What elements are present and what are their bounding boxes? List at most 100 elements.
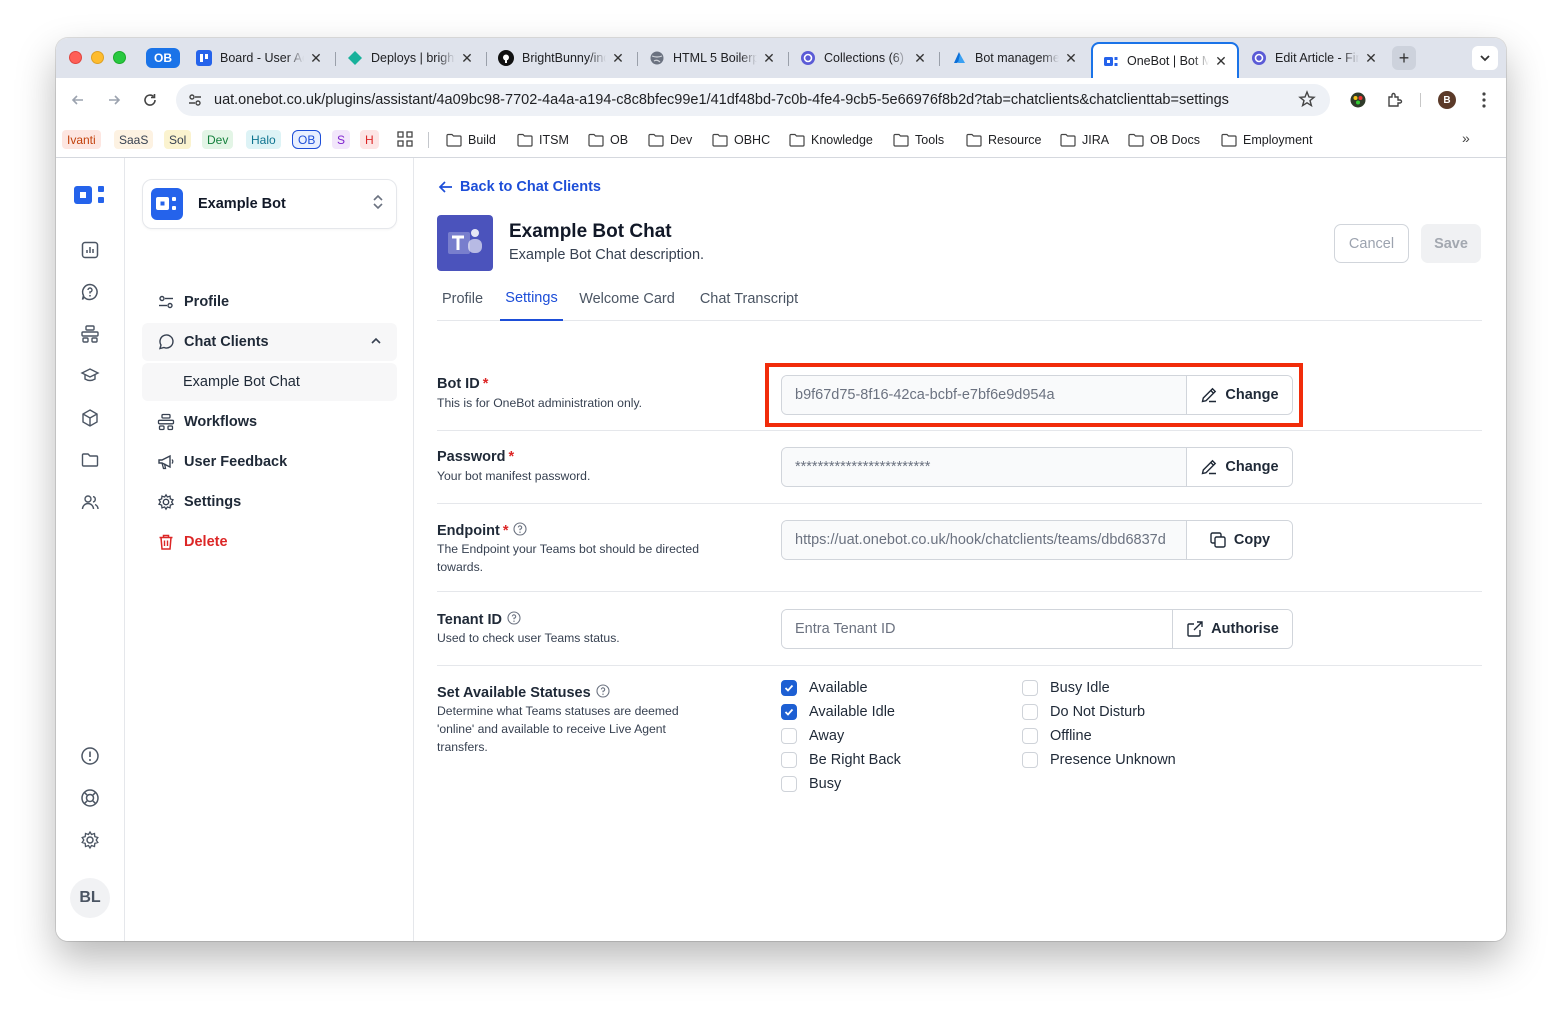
bookmark-folder[interactable]: OB: [588, 131, 628, 149]
bookmark-chip[interactable]: Halo: [246, 130, 281, 149]
help-circle-icon[interactable]: [596, 684, 610, 702]
close-icon[interactable]: ✕: [1063, 50, 1079, 67]
browser-tab[interactable]: Collections (6) ✕: [790, 44, 936, 72]
tab-profile[interactable]: Profile: [437, 277, 488, 321]
bookmark-folder[interactable]: Resource: [966, 131, 1042, 149]
bookmark-chip[interactable]: Ivanti: [62, 130, 101, 149]
folder-icon[interactable]: [79, 449, 101, 471]
close-icon[interactable]: ✕: [308, 50, 324, 67]
checkbox-unchecked[interactable]: [781, 728, 797, 744]
close-icon[interactable]: ✕: [761, 50, 777, 67]
alert-circle-icon[interactable]: [79, 745, 101, 767]
sidebar-item-workflows[interactable]: Workflows: [142, 403, 397, 441]
change-password-button[interactable]: Change: [1186, 448, 1292, 486]
bookmark-folder[interactable]: ITSM: [517, 131, 569, 149]
browser-tab[interactable]: Edit Article - Fin ✕: [1241, 44, 1387, 72]
sidebar-item-settings[interactable]: Settings: [142, 483, 397, 521]
bookmark-chip[interactable]: SaaS: [114, 130, 154, 149]
close-icon[interactable]: ✕: [1213, 53, 1229, 70]
checkbox-unchecked[interactable]: [1022, 752, 1038, 768]
tab-welcome-card[interactable]: Welcome Card: [577, 277, 677, 321]
bookmark-folder[interactable]: JIRA: [1060, 131, 1109, 149]
bot-switcher[interactable]: Example Bot: [142, 179, 397, 229]
profile-avatar[interactable]: B: [1438, 91, 1456, 109]
bookmark-chip[interactable]: Sol: [164, 130, 192, 149]
package-icon[interactable]: [79, 407, 101, 429]
browser-tab[interactable]: Board - User Access ✕: [186, 44, 332, 72]
cancel-button[interactable]: Cancel: [1334, 224, 1409, 263]
help-circle-icon[interactable]: [513, 522, 528, 540]
workflow-icon[interactable]: [79, 323, 101, 345]
browser-tab[interactable]: Deploys | brightbunny ✕: [337, 44, 483, 72]
maximize-window-button[interactable]: [113, 51, 126, 64]
site-info-icon[interactable]: [186, 91, 204, 109]
checkbox-unchecked[interactable]: [1022, 704, 1038, 720]
sidebar-item-profile[interactable]: Profile: [142, 283, 397, 321]
back-button[interactable]: [66, 88, 90, 112]
status-checkbox[interactable]: Busy: [781, 776, 841, 792]
analytics-icon[interactable]: [79, 239, 101, 261]
help-chat-icon[interactable]: [79, 281, 101, 303]
bookmark-folder[interactable]: OBHC: [712, 131, 770, 149]
bookmark-folder[interactable]: Knowledge: [789, 131, 873, 149]
tab-chat-transcript[interactable]: Chat Transcript: [695, 277, 803, 321]
help-circle-icon[interactable]: [507, 611, 521, 629]
status-checkbox[interactable]: Away: [781, 728, 844, 744]
status-checkbox[interactable]: Be Right Back: [781, 752, 901, 768]
endpoint-input[interactable]: [782, 521, 1186, 559]
bookmark-chip[interactable]: H: [360, 130, 379, 149]
status-checkbox[interactable]: Do Not Disturb: [1022, 704, 1145, 720]
graduation-cap-icon[interactable]: [79, 365, 101, 387]
tab-settings[interactable]: Settings: [500, 277, 563, 321]
sidebar-item-delete[interactable]: Delete: [142, 523, 397, 561]
checkbox-checked[interactable]: [781, 704, 797, 720]
onebot-logo[interactable]: [74, 184, 108, 211]
status-checkbox[interactable]: Available Idle: [781, 704, 895, 720]
checkbox-checked[interactable]: [781, 680, 797, 696]
browser-tab[interactable]: BrightBunny/index ✕: [488, 44, 634, 72]
checkbox-unchecked[interactable]: [781, 752, 797, 768]
bookmark-folder[interactable]: Employment: [1221, 131, 1312, 149]
browser-tab-active[interactable]: OneBot | Bot Management ✕: [1091, 42, 1239, 78]
browser-menu-icon[interactable]: [1473, 89, 1495, 111]
more-bookmarks-icon[interactable]: »: [1462, 130, 1470, 146]
bookmark-chip[interactable]: S: [332, 130, 351, 149]
new-tab-button[interactable]: +: [1392, 46, 1416, 70]
gear-icon[interactable]: [79, 829, 101, 851]
tab-group-label[interactable]: OB: [146, 48, 180, 68]
password-input[interactable]: [782, 448, 1186, 486]
sidebar-item-example-bot-chat[interactable]: Example Bot Chat: [142, 363, 397, 401]
copy-endpoint-button[interactable]: Copy: [1186, 521, 1292, 559]
status-checkbox[interactable]: Presence Unknown: [1022, 752, 1176, 768]
minimize-window-button[interactable]: [91, 51, 104, 64]
close-icon[interactable]: ✕: [1363, 50, 1379, 67]
user-avatar[interactable]: BL: [70, 878, 110, 918]
reload-button[interactable]: [138, 88, 162, 112]
close-icon[interactable]: ✕: [459, 50, 475, 67]
bookmark-folder[interactable]: OB Docs: [1128, 131, 1200, 149]
bookmark-folder[interactable]: Build: [446, 131, 496, 149]
browser-tab[interactable]: HTML 5 Boilerplate ✕: [639, 44, 785, 72]
extensions-puzzle-icon[interactable]: [1384, 89, 1406, 111]
sidebar-item-chat-clients[interactable]: Chat Clients: [142, 323, 397, 361]
save-button[interactable]: Save: [1421, 224, 1481, 263]
sidebar-item-user-feedback[interactable]: User Feedback: [142, 443, 397, 481]
bookmark-folder[interactable]: Dev: [648, 131, 692, 149]
forward-button[interactable]: [102, 88, 126, 112]
address-bar[interactable]: uat.onebot.co.uk/plugins/assistant/4a09b…: [176, 84, 1330, 116]
bookmark-star-icon[interactable]: [1298, 90, 1316, 113]
checkbox-unchecked[interactable]: [1022, 680, 1038, 696]
extension-icon[interactable]: [1347, 89, 1369, 111]
status-checkbox[interactable]: Busy Idle: [1022, 680, 1110, 696]
bookmark-chip[interactable]: OB: [292, 130, 322, 149]
tab-search-button[interactable]: [1472, 46, 1498, 70]
apps-grid-icon[interactable]: [397, 131, 413, 152]
lifebuoy-icon[interactable]: [79, 787, 101, 809]
browser-tab[interactable]: Bot management ✕: [941, 44, 1087, 72]
url-text[interactable]: uat.onebot.co.uk/plugins/assistant/4a09b…: [214, 92, 1280, 108]
checkbox-unchecked[interactable]: [781, 776, 797, 792]
back-to-chat-clients-link[interactable]: Back to Chat Clients: [438, 179, 601, 195]
close-icon[interactable]: ✕: [610, 50, 626, 67]
close-icon[interactable]: ✕: [912, 50, 928, 67]
checkbox-unchecked[interactable]: [1022, 728, 1038, 744]
